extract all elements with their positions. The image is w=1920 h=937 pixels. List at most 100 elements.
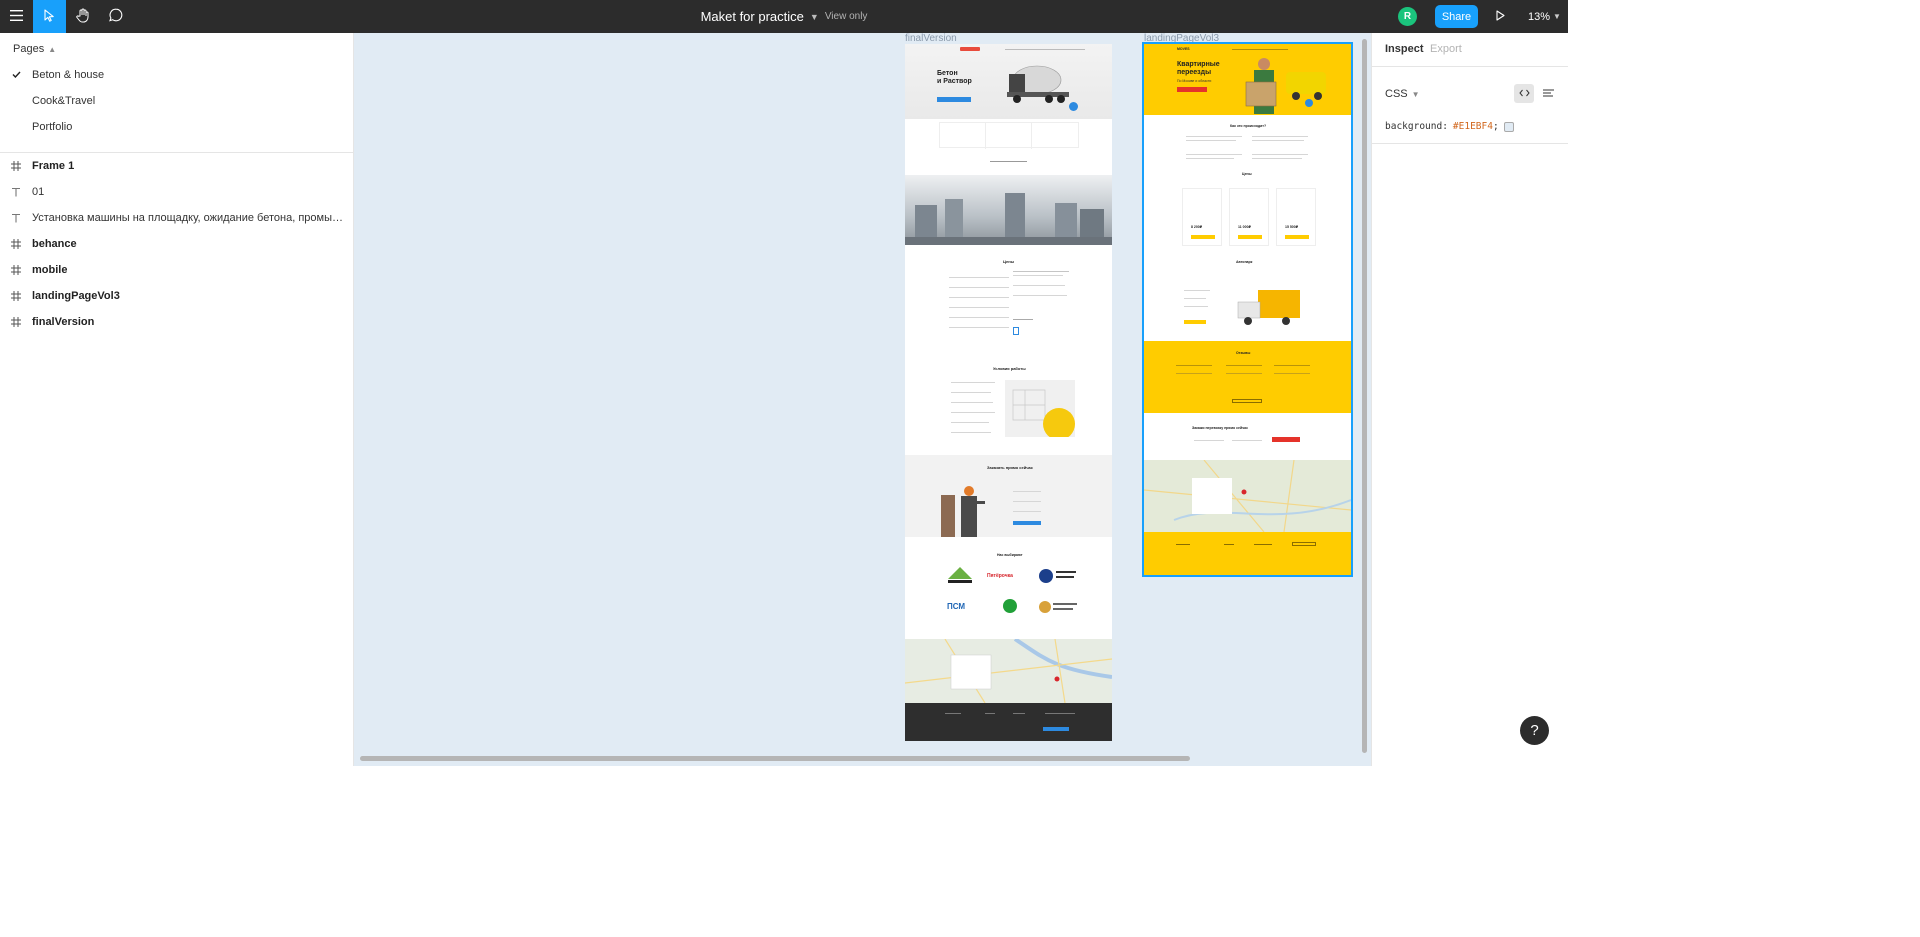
list-view-button[interactable]: [1538, 84, 1558, 103]
text-icon: [0, 213, 32, 223]
hero-button: [937, 97, 971, 102]
hand-icon: [75, 8, 90, 26]
page-item-cook-travel[interactable]: Cook&Travel: [0, 88, 353, 114]
order-button: [1013, 521, 1041, 525]
zoom-level: 13%: [1528, 10, 1551, 23]
feature-card: [940, 123, 986, 149]
landing-footer: [1144, 532, 1351, 575]
tab-export[interactable]: Export: [1430, 43, 1462, 55]
price-button: [1285, 235, 1309, 239]
layer-frame-finalversion[interactable]: finalVersion: [0, 309, 353, 335]
zoom-control[interactable]: 13% ▼: [1528, 0, 1561, 33]
move-tool-button[interactable]: [33, 0, 66, 33]
horizontal-scrollbar[interactable]: [360, 756, 1190, 761]
cursor-icon: [44, 8, 55, 25]
frame-icon: [0, 317, 32, 327]
view-only-label: View only: [824, 11, 868, 22]
layer-frame-1[interactable]: Frame 1: [0, 153, 353, 179]
phone-badge: [1069, 102, 1078, 111]
landing-hero-title-1: Квартирные: [1177, 61, 1220, 68]
comment-tool-button[interactable]: [99, 0, 132, 33]
vertical-scrollbar[interactable]: [1362, 39, 1367, 753]
factory-photo: [905, 175, 1112, 245]
client-logos: Пятёрочка ПСМ: [945, 566, 1080, 622]
prices-table: [949, 269, 1069, 347]
landing-price-cards: 8 200₽ 11 000₽ 15 500₽: [1182, 188, 1316, 248]
price-card: 15 500₽: [1276, 188, 1316, 246]
layer-frame-mobile[interactable]: mobile: [0, 257, 353, 283]
landing-prices-title: Цены: [1242, 172, 1252, 176]
footer: [905, 703, 1112, 741]
chevron-up-icon: ▲: [48, 44, 57, 54]
landing-reviews-title: Отзывы: [1236, 351, 1251, 355]
present-button[interactable]: [1490, 0, 1510, 33]
page-item-label: Beton & house: [32, 69, 105, 81]
features-row: [939, 122, 1079, 149]
layer-frame-landingpagevol3[interactable]: landingPageVol3: [0, 283, 353, 309]
price-value: 8 200₽: [1191, 225, 1203, 229]
order-section: Заказать прямо сейчас: [905, 455, 1112, 537]
tab-inspect[interactable]: Inspect: [1385, 43, 1424, 55]
frame-label-landingpagevol3[interactable]: landingPageVol3: [1144, 33, 1219, 44]
truck-image: [1236, 288, 1302, 328]
landing-nav: [1232, 49, 1288, 50]
page-item-portfolio[interactable]: Portfolio: [0, 114, 353, 140]
text-icon: [0, 187, 32, 197]
order-title: Заказать прямо сейчас: [987, 465, 1033, 470]
right-panel: Inspect Export CSS ▼ background: #E1EBF4…: [1371, 33, 1568, 766]
panel-divider: [1372, 66, 1568, 67]
pages-title: Pages: [13, 43, 45, 55]
client-logo-pyaterochka: Пятёрочка: [987, 573, 1013, 579]
landing-fleet: [1174, 276, 1324, 332]
clients-title: Нас выбирают: [997, 553, 1023, 557]
pages-header[interactable]: Pages ▲: [13, 43, 56, 55]
code-language-select[interactable]: CSS ▼: [1385, 88, 1420, 100]
page-item-beton-house[interactable]: Beton & house: [0, 62, 353, 88]
footer-button: [1043, 727, 1069, 731]
mixer-truck-image: [1003, 60, 1073, 104]
landing-map: [1144, 459, 1351, 533]
layer-frame-behance[interactable]: behance: [0, 231, 353, 257]
layer-label: mobile: [32, 264, 68, 276]
frame-finalversion[interactable]: Бетон и Раствор Цены Условия работы Зака…: [905, 44, 1112, 741]
layer-text-installation[interactable]: Установка машины на площадку, ожидание б…: [0, 205, 353, 231]
landing-hero-button: [1177, 87, 1207, 92]
share-button[interactable]: Share: [1435, 5, 1478, 28]
help-button[interactable]: ?: [1520, 716, 1549, 745]
landing-hero-title-2: переезды: [1177, 69, 1212, 76]
price-card: 8 200₽: [1182, 188, 1222, 246]
frame-icon: [0, 239, 32, 249]
landing-order-button: [1272, 437, 1300, 442]
landing-phone-badge: [1305, 99, 1313, 107]
frame-landingpagevol3[interactable]: MOVES Квартирные переезды По Москве и об…: [1142, 42, 1353, 577]
chevron-down-icon: ▼: [1553, 12, 1561, 21]
landing-how-title: Как это происходит?: [1230, 124, 1267, 128]
canvas[interactable]: finalVersion Бетон и Раствор Цены Услови…: [354, 33, 1371, 766]
list-icon: [1542, 88, 1554, 100]
section-title: [990, 161, 1027, 162]
layer-label: Установка машины на площадку, ожидание б…: [32, 212, 348, 224]
code-view-button[interactable]: [1514, 84, 1534, 103]
hand-tool-button[interactable]: [66, 0, 99, 33]
blueprint-image: [1005, 380, 1075, 440]
chevron-down-icon: ▼: [1411, 89, 1420, 99]
price-button: [1238, 235, 1262, 239]
client-logo-leroy: [945, 566, 975, 586]
layer-text-01[interactable]: 01: [0, 179, 353, 205]
frame-label-finalversion[interactable]: finalVersion: [905, 33, 957, 44]
worker-image: [939, 481, 985, 537]
frame-icon: [0, 291, 32, 301]
client-logo-tire-plant: [1039, 568, 1077, 584]
left-panel: Pages ▲ Beton & house Cook&Travel Portfo…: [0, 33, 354, 766]
code-icon: [1518, 88, 1530, 100]
landing-logo: MOVES: [1177, 47, 1190, 51]
main-menu-button[interactable]: [0, 0, 33, 33]
chevron-down-icon[interactable]: ▼: [810, 12, 819, 22]
avatar[interactable]: R: [1398, 7, 1417, 26]
css-background-line[interactable]: background: #E1EBF4;: [1385, 121, 1514, 132]
comment-icon: [108, 8, 123, 25]
layer-label: finalVersion: [32, 316, 95, 328]
toolbar: Maket for practice ▼ View only R Share 1…: [0, 0, 1568, 33]
document-title[interactable]: Maket for practice: [701, 9, 804, 24]
layer-label: 01: [32, 186, 45, 198]
